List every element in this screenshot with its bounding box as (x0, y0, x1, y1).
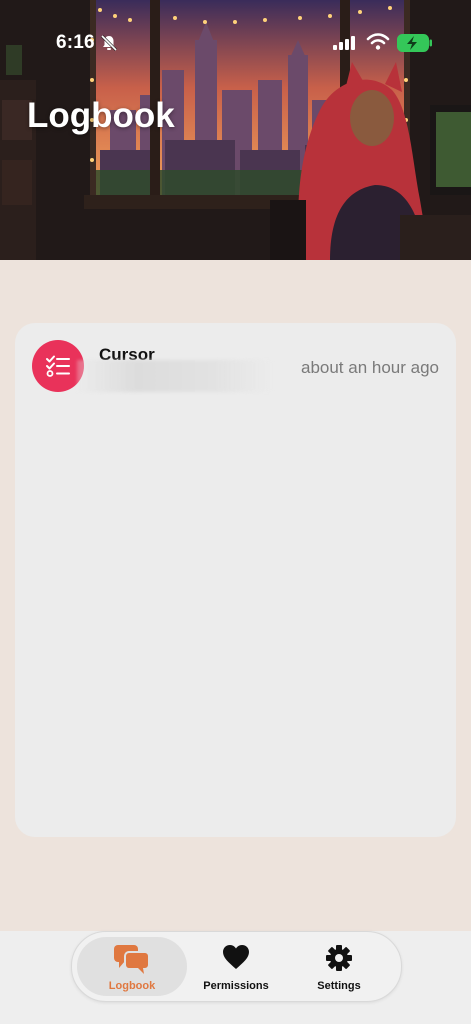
tab-logbook[interactable]: Logbook (77, 937, 187, 996)
page-title: Logbook (27, 96, 175, 135)
redacted-detail (77, 360, 273, 392)
heart-icon (222, 944, 250, 975)
checklist-icon (46, 355, 70, 377)
entry-timestamp: about an hour ago (300, 358, 439, 377)
chat-bubbles-icon (113, 944, 151, 979)
header-illustration: 6:16 Logbook (0, 0, 471, 260)
tab-bar: Logbook Permissions Settings (71, 931, 402, 1002)
status-time: 6:16 (56, 32, 95, 53)
tab-settings[interactable]: Settings (284, 937, 394, 996)
tab-settings-label: Settings (317, 980, 361, 992)
tab-logbook-label: Logbook (108, 980, 156, 992)
status-bar: 6:16 (0, 30, 471, 56)
logbook-card: Cursor about an hour ago (15, 323, 456, 837)
gear-icon (325, 944, 353, 977)
logbook-entry[interactable]: Cursor about an hour ago (15, 323, 456, 403)
tab-permissions-label: Permissions (203, 980, 269, 992)
tab-permissions[interactable]: Permissions (181, 937, 291, 996)
